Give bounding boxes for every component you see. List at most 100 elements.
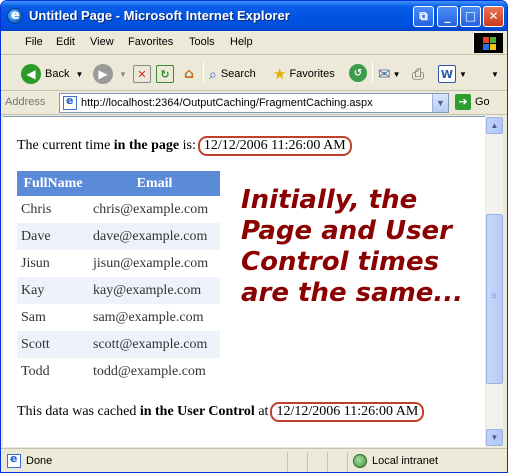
- chevron-down-icon[interactable]: ▼: [119, 70, 127, 79]
- status-divider: [307, 452, 308, 472]
- page-time-value: 12/12/2006 11:26:00 AM: [197, 136, 352, 156]
- fullname-cell: Scott: [17, 331, 89, 358]
- mail-button[interactable]: ✉ ▼: [378, 61, 401, 87]
- go-label: Go: [475, 96, 490, 108]
- menu-tools[interactable]: Tools: [189, 36, 215, 48]
- address-input[interactable]: http://localhost:2364/OutputCaching/Frag…: [59, 93, 449, 113]
- close-button[interactable]: ✕: [483, 6, 504, 27]
- home-icon[interactable]: ⌂: [180, 65, 198, 83]
- fullname-cell: Jisun: [21, 255, 50, 271]
- window-title: Untitled Page - Microsoft Internet Explo…: [29, 8, 290, 23]
- page-time-suffix: is:: [179, 138, 196, 153]
- fullname-cell: Sam: [21, 309, 46, 325]
- page-time-line: The current time in the page is: 12/12/20…: [17, 136, 352, 156]
- column-header-fullname: FullName: [17, 171, 89, 196]
- mail-icon: ✉: [378, 66, 391, 83]
- page-content: The current time in the page is: 12/12/20…: [3, 116, 485, 447]
- restore-down-icon[interactable]: ⧉: [413, 6, 434, 27]
- table-row: Scott scott@example.com: [17, 331, 220, 358]
- table-row: Todd todd@example.com: [17, 358, 220, 385]
- menu-bar: File Edit View Favorites Tools Help: [1, 31, 507, 55]
- title-bar[interactable]: Untitled Page - Microsoft Internet Explo…: [1, 1, 507, 31]
- table-row: Kay kay@example.com: [17, 277, 220, 304]
- search-button[interactable]: ⌕ Search: [209, 61, 256, 87]
- table-row: Jisun jisun@example.com: [17, 250, 220, 277]
- favorites-label: Favorites: [289, 68, 335, 80]
- control-time-line: This data was cached in the User Control…: [17, 402, 425, 422]
- security-zone[interactable]: Local intranet: [353, 454, 438, 468]
- back-button[interactable]: ◀ Back ▼: [21, 61, 83, 87]
- email-cell: sam@example.com: [93, 309, 204, 325]
- edit-button[interactable]: W ▼: [438, 61, 467, 87]
- menu-favorites[interactable]: Favorites: [128, 36, 173, 48]
- email-cell: scott@example.com: [89, 331, 220, 358]
- page-icon: [63, 94, 77, 110]
- email-cell: jisun@example.com: [93, 255, 209, 271]
- address-bar: Address http://localhost:2364/OutputCach…: [1, 91, 507, 115]
- vertical-scrollbar[interactable]: ▲ ▼: [485, 116, 503, 447]
- scroll-up-icon[interactable]: ▲: [486, 117, 503, 134]
- chevron-down-icon[interactable]: ▼: [393, 70, 401, 79]
- chevron-down-icon[interactable]: ▼: [432, 94, 448, 112]
- go-arrow-icon: ➜: [455, 94, 471, 110]
- status-done: Done: [7, 452, 52, 468]
- favorites-button[interactable]: ★ Favorites: [273, 61, 335, 87]
- page-icon: [7, 452, 21, 468]
- history-icon[interactable]: ↺: [349, 64, 367, 82]
- table-row: Dave dave@example.com: [17, 223, 220, 250]
- windows-logo-icon: [473, 33, 503, 53]
- address-label: Address: [5, 96, 46, 108]
- email-cell: chris@example.com: [93, 201, 209, 217]
- refresh-icon[interactable]: ↻: [156, 65, 174, 83]
- chevron-down-icon[interactable]: ▼: [75, 70, 83, 79]
- menu-edit[interactable]: Edit: [56, 36, 75, 48]
- scrollbar-thumb[interactable]: [486, 214, 503, 384]
- search-label: Search: [220, 68, 256, 80]
- forward-arrow-icon: ▶: [93, 64, 113, 84]
- forward-button[interactable]: ▶ ▼: [93, 61, 127, 87]
- table-row: Sam sam@example.com: [17, 304, 220, 331]
- fullname-cell: Kay: [17, 277, 89, 304]
- minimize-button[interactable]: _: [437, 6, 458, 27]
- browser-window: Untitled Page - Microsoft Internet Explo…: [0, 0, 508, 473]
- star-icon: ★: [273, 66, 287, 83]
- word-edit-icon: W: [438, 65, 456, 83]
- status-bar: Done Local intranet: [1, 448, 507, 472]
- control-time-prefix: This data was cached: [17, 404, 140, 419]
- control-time-suffix: at: [254, 404, 269, 419]
- menu-view[interactable]: View: [90, 36, 114, 48]
- control-time-bold: in the User Control: [139, 404, 255, 419]
- standard-toolbar: ◀ Back ▼ ▶ ▼ ✕ ↻ ⌂ ⌕ Search ★ Favorites …: [1, 56, 507, 91]
- toolbar-separator: [372, 62, 373, 84]
- toolbar-separator: [203, 62, 204, 84]
- print-icon[interactable]: ⎙: [412, 61, 424, 87]
- email-cell: todd@example.com: [93, 363, 206, 379]
- email-cell: kay@example.com: [89, 277, 220, 304]
- maximize-button[interactable]: □: [460, 6, 481, 27]
- menu-help[interactable]: Help: [230, 36, 253, 48]
- stop-icon[interactable]: ✕: [133, 65, 151, 83]
- chevron-down-icon[interactable]: ▼: [459, 70, 467, 79]
- search-icon: ⌕: [209, 65, 217, 82]
- fullname-cell: Chris: [21, 201, 52, 217]
- fullname-cell: Todd: [21, 363, 50, 379]
- users-table: FullName Email Chris chris@example.com Da…: [17, 171, 220, 385]
- toolbar-overflow-icon[interactable]: ▼: [491, 61, 499, 87]
- address-url: http://localhost:2364/OutputCaching/Frag…: [81, 97, 373, 109]
- page-time-prefix: The current time: [17, 138, 114, 153]
- menu-file[interactable]: File: [25, 36, 43, 48]
- go-button[interactable]: ➜ Go: [455, 94, 490, 110]
- zone-text: Local intranet: [372, 455, 439, 467]
- control-time-value: 12/12/2006 11:26:00 AM: [270, 402, 425, 422]
- ie-logo-icon: [7, 8, 23, 24]
- annotation-callout: Initially, the Page and User Control tim…: [241, 185, 464, 308]
- status-divider: [347, 452, 348, 472]
- column-header-email: Email: [89, 171, 220, 196]
- scroll-down-icon[interactable]: ▼: [486, 429, 503, 446]
- status-divider: [327, 452, 328, 472]
- email-cell: dave@example.com: [89, 223, 220, 250]
- table-row: Chris chris@example.com: [17, 196, 220, 223]
- fullname-cell: Dave: [17, 223, 89, 250]
- back-label: Back: [45, 68, 70, 80]
- back-arrow-icon: ◀: [21, 64, 41, 84]
